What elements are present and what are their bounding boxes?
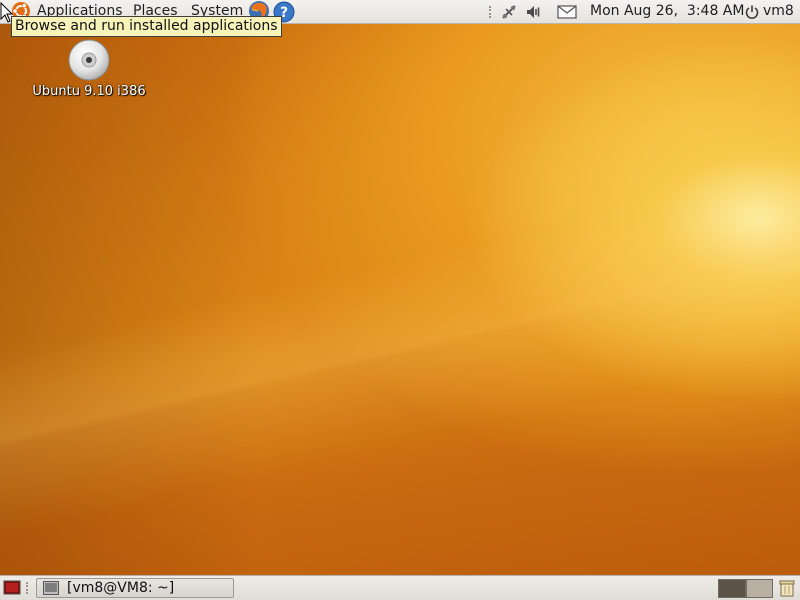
power-icon[interactable] [744, 4, 760, 20]
mail-icon[interactable] [557, 4, 577, 20]
show-desktop-icon[interactable] [3, 579, 21, 597]
network-icon[interactable] [500, 3, 518, 21]
desktop-background[interactable]: Ubuntu 9.10 i386 [0, 0, 800, 600]
bottom-panel: [vm8@VM8: ~] [0, 575, 800, 600]
clock[interactable]: Mon Aug 26, 3:48 AM [590, 3, 744, 19]
desktop-icon-label: Ubuntu 9.10 i386 [32, 84, 146, 99]
user-menu[interactable]: vm8 [763, 3, 794, 19]
taskbar-button-terminal[interactable]: [vm8@VM8: ~] [36, 578, 234, 598]
workspace-2[interactable] [746, 579, 773, 598]
terminal-icon [43, 581, 59, 595]
volume-icon[interactable] [525, 3, 543, 21]
taskbar-button-label: [vm8@VM8: ~] [67, 580, 175, 596]
tray-handle [489, 6, 493, 18]
workspace-1[interactable] [718, 579, 746, 598]
panel-handle [26, 582, 30, 594]
tooltip: Browse and run installed applications [11, 16, 282, 37]
trash-icon[interactable] [777, 578, 797, 598]
cd-drive-icon [68, 39, 110, 81]
